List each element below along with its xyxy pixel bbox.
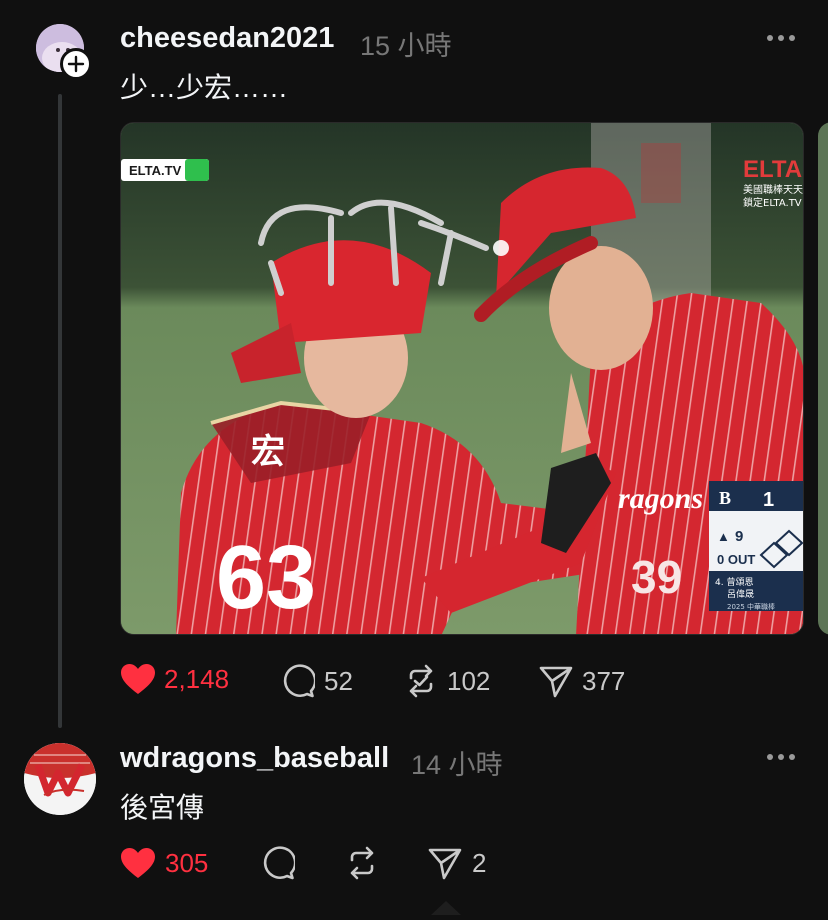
post-username[interactable]: wdragons_baseball <box>120 742 389 775</box>
more-horizontal-icon <box>767 754 795 760</box>
comment-icon <box>263 846 297 880</box>
pitcher-jersey-number: 39 <box>631 551 682 603</box>
avatar[interactable] <box>24 743 96 815</box>
svg-text:B: B <box>719 488 731 508</box>
scoreboard-score: 1 <box>763 489 774 511</box>
scoreboard-inning: 9 <box>735 528 743 545</box>
like-count: 305 <box>165 847 209 878</box>
send-icon <box>428 848 462 880</box>
post-text: 少…少宏…… <box>120 72 289 103</box>
broadcaster-badge: ELTA.TV <box>129 163 182 178</box>
repost-icon <box>350 846 374 880</box>
like-button[interactable]: 2,148 <box>120 663 229 695</box>
scoreboard-batter: 4. 曾頌恩 <box>715 576 753 588</box>
catcher-jersey-number: 63 <box>216 528 316 628</box>
next-image-peek[interactable] <box>818 122 828 635</box>
team-logo-avatar <box>24 743 96 815</box>
send-icon <box>539 666 573 698</box>
plus-icon <box>67 55 85 73</box>
repost-count: 102 <box>447 665 491 696</box>
share-button[interactable]: 2 <box>428 846 486 880</box>
svg-text:▲: ▲ <box>717 529 730 544</box>
comment-button[interactable] <box>261 846 297 885</box>
scoreboard-footer: 2025 中華職棒 <box>727 602 775 611</box>
comment-icon <box>283 664 315 698</box>
baseball-photo: 63 宏 39 ragons ELTA.TV ELTA 美國職棒天天 鎖定ELT… <box>121 123 803 634</box>
thread-line <box>58 94 62 728</box>
scoreboard-pitcher: 呂偉晟 <box>727 588 754 600</box>
scoreboard-outs: 0 OUT <box>717 552 755 567</box>
post-text: 後宮傳 <box>120 792 205 823</box>
comment-button[interactable]: 52 <box>281 664 353 698</box>
share-count: 377 <box>582 665 626 696</box>
post-timestamp: 14 小時 <box>411 750 503 780</box>
share-count: 2 <box>472 847 487 878</box>
more-icon[interactable] <box>766 28 796 53</box>
heart-filled-icon <box>121 664 155 694</box>
more-icon[interactable] <box>766 747 796 772</box>
more-horizontal-icon <box>767 35 795 41</box>
catcher-name: 宏 <box>251 432 285 472</box>
repost-check-icon <box>409 664 433 698</box>
repost-button[interactable]: 102 <box>403 664 490 698</box>
broadcaster-logo: ELTA <box>743 156 802 183</box>
heart-filled-icon <box>121 848 155 878</box>
share-button[interactable]: 377 <box>539 664 625 698</box>
like-count: 2,148 <box>164 663 230 694</box>
broadcaster-promo-line1: 美國職棒天天 <box>743 183 803 196</box>
follow-plus-icon[interactable] <box>60 48 92 80</box>
pitcher-jersey-wordmark: ragons <box>618 482 703 515</box>
repost-button[interactable] <box>344 846 380 885</box>
post-image[interactable]: 63 宏 39 ragons ELTA.TV ELTA 美國職棒天天 鎖定ELT… <box>120 122 804 635</box>
post-timestamp: 15 小時 <box>360 31 452 61</box>
broadcaster-promo-line2: 鎖定ELTA.TV <box>743 196 802 209</box>
comment-count: 52 <box>324 665 353 696</box>
like-button[interactable]: 305 <box>120 847 208 879</box>
popover-caret <box>431 899 461 920</box>
post-username[interactable]: cheesedan2021 <box>120 22 334 55</box>
